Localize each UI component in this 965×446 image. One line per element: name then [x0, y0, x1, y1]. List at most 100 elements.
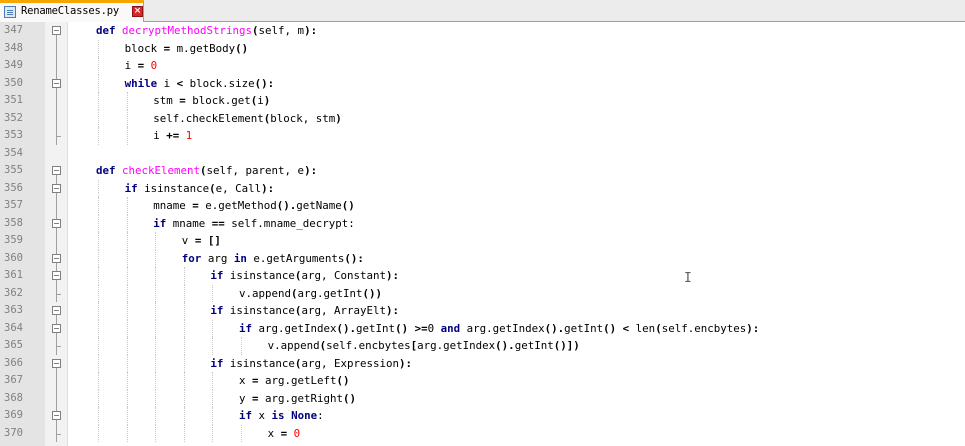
code-line[interactable]: 351 stm = block.get(i) — [0, 92, 965, 110]
operator-token: ()]) — [553, 339, 580, 352]
keyword-token: if — [210, 304, 224, 317]
code-line[interactable]: 360 for arg in e.getArguments(): — [0, 249, 965, 268]
code-text[interactable]: if isinstance(arg, Expression): — [210, 355, 412, 373]
code-line[interactable]: 350 while i < block.size(): — [0, 74, 965, 93]
code-text[interactable]: v.append(self.encbytes[arg.getIndex().ge… — [268, 337, 580, 355]
code-line[interactable]: 366 if isinstance(arg, Expression): — [0, 354, 965, 373]
operator-token: () — [235, 41, 249, 55]
code-line[interactable]: 349 i = 0 — [0, 57, 965, 75]
fold-toggle-icon[interactable] — [52, 249, 62, 267]
code-text[interactable]: if isinstance(arg, ArrayElt): — [210, 302, 399, 320]
code-token: arg.getInt — [297, 286, 363, 300]
fold-toggle-icon[interactable] — [52, 179, 62, 197]
code-editor[interactable]: RenameClasses.py × 347 def decryptMethodS… — [0, 0, 965, 446]
tab-renameclasses[interactable]: RenameClasses.py × — [0, 0, 144, 22]
code-line[interactable]: 370 x = 0 — [0, 424, 965, 443]
code-line[interactable]: 355 def checkElement(self, parent, e): — [0, 162, 965, 180]
code-line[interactable]: 358 if mname == self.mname_decrypt: — [0, 214, 965, 233]
fold-toggle-icon[interactable] — [52, 355, 62, 372]
code-text[interactable]: if x is None: — [239, 407, 324, 425]
code-line[interactable]: 369 if x is None: — [0, 407, 965, 425]
indent-guide — [98, 372, 100, 390]
indent-guide — [126, 302, 129, 320]
code-text[interactable]: x = arg.getLeft() — [239, 372, 350, 390]
code-token: block.size — [183, 76, 255, 90]
code-line[interactable]: 364 if arg.getIndex().getInt() >=0 and ar… — [0, 319, 965, 338]
code-text[interactable]: y = arg.getRight() — [239, 390, 356, 408]
tab-bar: RenameClasses.py × — [0, 0, 965, 22]
code-text[interactable]: for arg in e.getArguments(): — [182, 250, 364, 268]
code-text[interactable]: i = 0 — [125, 57, 158, 75]
indent-guide — [98, 74, 100, 92]
fold-toggle-icon[interactable] — [52, 22, 62, 40]
code-text[interactable]: i += 1 — [153, 127, 192, 145]
code-line[interactable]: 356 if isinstance(e, Call): — [0, 179, 965, 198]
code-token: getName — [296, 199, 342, 212]
code-text[interactable]: block = m.getBody() — [125, 40, 249, 58]
code-text[interactable]: mname = e.getMethod().getName() — [153, 197, 355, 215]
code-line[interactable]: 353 i += 1 — [0, 127, 965, 145]
code-token: block.get — [185, 94, 251, 107]
code-text[interactable]: stm = block.get(i) — [153, 92, 270, 110]
operator-token: ): — [304, 24, 318, 37]
fold-end-icon — [52, 337, 62, 355]
code-line[interactable]: 357 mname = e.getMethod().getName() — [0, 197, 965, 215]
code-line[interactable]: 361 if isinstance(arg, Constant): — [0, 267, 965, 285]
close-icon[interactable]: × — [132, 6, 143, 17]
code-token: x — [239, 374, 253, 387]
code-line[interactable]: 347 def decryptMethodStrings(self, m): — [0, 22, 965, 40]
fold-line-icon — [52, 232, 62, 250]
line-number: 366 — [4, 356, 23, 369]
code-line[interactable]: 359 v = [] — [0, 232, 965, 250]
code-token: arg.getLeft — [258, 374, 337, 387]
keyword-token: if — [124, 181, 138, 195]
code-line[interactable]: 348 block = m.getBody() — [0, 39, 965, 58]
indent-guide — [98, 267, 100, 285]
operator-token: ): — [746, 321, 760, 335]
code-lines[interactable]: 347 def decryptMethodStrings(self, m): 348… — [0, 22, 965, 442]
fold-toggle-icon[interactable] — [52, 162, 62, 180]
code-text[interactable]: v.append(arg.getInt()) — [239, 285, 382, 303]
operator-token: (): — [344, 251, 364, 265]
operator-token: () — [341, 199, 355, 212]
line-number: 356 — [4, 181, 23, 194]
code-line[interactable]: 367 x = arg.getLeft() — [0, 372, 965, 390]
fold-toggle-icon[interactable] — [52, 74, 62, 92]
code-token: stm — [153, 94, 180, 107]
code-line[interactable]: 368 y = arg.getRight() — [0, 389, 965, 408]
line-number: 351 — [4, 94, 23, 106]
fold-toggle-icon[interactable] — [52, 407, 62, 425]
line-number: 365 — [4, 339, 23, 351]
code-token: isinstance — [223, 269, 295, 282]
code-text[interactable]: x = 0 — [268, 425, 301, 443]
fold-toggle-icon[interactable] — [52, 267, 62, 285]
code-text[interactable]: self.checkElement(block, stm) — [153, 110, 342, 128]
code-line[interactable]: 354 — [0, 145, 965, 163]
code-text[interactable]: if isinstance(e, Call): — [125, 180, 275, 198]
fold-line-icon — [52, 57, 62, 75]
indent-guide — [126, 214, 129, 232]
code-line[interactable]: 362 v.append(arg.getInt()) — [0, 284, 965, 303]
keyword-token: while — [124, 76, 158, 90]
code-text[interactable]: if mname == self.mname_decrypt: — [153, 215, 355, 233]
code-token: e.getMethod — [198, 199, 277, 212]
code-text[interactable]: v = [] — [182, 232, 221, 250]
code-text[interactable]: while i < block.size(): — [125, 75, 275, 93]
fold-line-icon — [52, 109, 62, 127]
indent-guide — [126, 267, 129, 285]
code-text[interactable]: if isinstance(arg, Constant): — [210, 267, 399, 285]
function-name-token: checkElement — [122, 164, 201, 177]
indent-guide — [183, 424, 186, 442]
code-line[interactable]: 365 v.append(self.encbytes[arg.getIndex()… — [0, 337, 965, 355]
code-line[interactable]: 352 self.checkElement(block, stm) — [0, 109, 965, 128]
fold-toggle-icon[interactable] — [52, 302, 62, 320]
code-line[interactable]: 363 if isinstance(arg, ArrayElt): — [0, 302, 965, 320]
indent-guide — [155, 249, 157, 267]
code-text[interactable]: if arg.getIndex().getInt() >=0 and arg.g… — [239, 320, 759, 338]
operator-token: ) — [335, 111, 342, 125]
code-text[interactable]: def checkElement(self, parent, e): — [96, 162, 317, 180]
code-text[interactable]: def decryptMethodStrings(self, m): — [96, 22, 317, 40]
fold-toggle-icon[interactable] — [52, 319, 62, 337]
fold-toggle-icon[interactable] — [52, 214, 62, 232]
indent-guide — [212, 284, 214, 302]
